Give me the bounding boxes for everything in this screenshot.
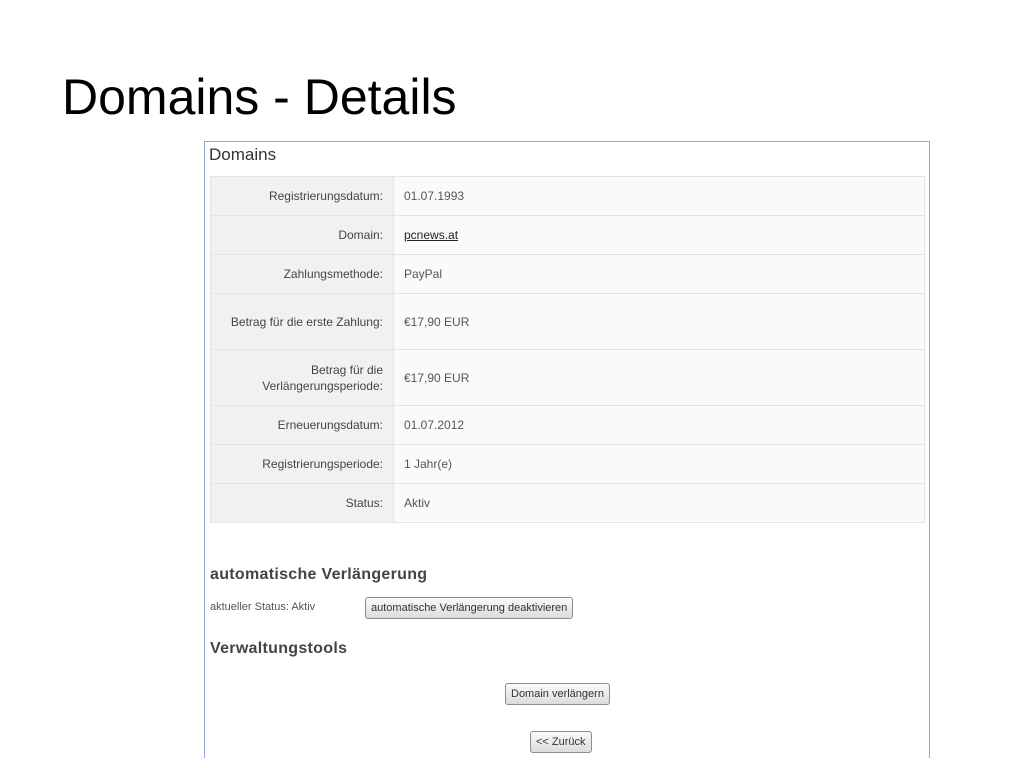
tools-heading: Verwaltungstools (210, 640, 348, 657)
domain-label: Domain: (210, 215, 394, 255)
table-row: Betrag für die Verlängerungsperiode: €17… (210, 349, 925, 406)
renewal-amount-label: Betrag für die Verlängerungsperiode: (210, 349, 394, 406)
status-label: Status: (210, 483, 394, 523)
status-value: Aktiv (393, 483, 925, 523)
autorenew-status-text: aktueller Status: Aktiv (210, 601, 316, 613)
table-row: Betrag für die erste Zahlung: €17,90 EUR (210, 293, 925, 350)
renewal-amount-value: €17,90 EUR (393, 349, 925, 406)
renew-domain-button[interactable]: Domain verlängern (505, 683, 610, 705)
registration-period-value: 1 Jahr(e) (393, 444, 925, 484)
panel-heading: Domains (209, 145, 277, 164)
registration-period-label: Registrierungsperiode: (210, 444, 394, 484)
first-payment-value: €17,90 EUR (393, 293, 925, 350)
domain-value-cell: pcnews.at (393, 215, 925, 255)
details-table: Registrierungsdatum: 01.07.1993 Domain: … (210, 176, 925, 523)
table-row: Registrierungsdatum: 01.07.1993 (210, 176, 925, 216)
registration-date-label: Registrierungsdatum: (210, 176, 394, 216)
domain-link[interactable]: pcnews.at (404, 228, 458, 242)
deactivate-autorenew-button[interactable]: automatische Verlängerung deaktivieren (365, 597, 574, 619)
renewal-date-label: Erneuerungsdatum: (210, 405, 394, 445)
registration-date-value: 01.07.1993 (393, 176, 925, 216)
table-row: Zahlungsmethode: PayPal (210, 254, 925, 294)
autorenew-heading: automatische Verlängerung (210, 566, 428, 583)
slide-title: Domains - Details (62, 69, 457, 125)
table-row: Erneuerungsdatum: 01.07.2012 (210, 405, 925, 445)
payment-method-label: Zahlungsmethode: (210, 254, 394, 294)
table-row: Domain: pcnews.at (210, 215, 925, 255)
first-payment-label: Betrag für die erste Zahlung: (210, 293, 394, 350)
table-row: Status: Aktiv (210, 483, 925, 523)
table-row: Registrierungsperiode: 1 Jahr(e) (210, 444, 925, 484)
payment-method-value: PayPal (393, 254, 925, 294)
back-button[interactable]: << Zurück (530, 731, 592, 753)
renewal-date-value: 01.07.2012 (393, 405, 925, 445)
domain-details-panel: Domains Registrierungsdatum: 01.07.1993 … (204, 141, 930, 758)
